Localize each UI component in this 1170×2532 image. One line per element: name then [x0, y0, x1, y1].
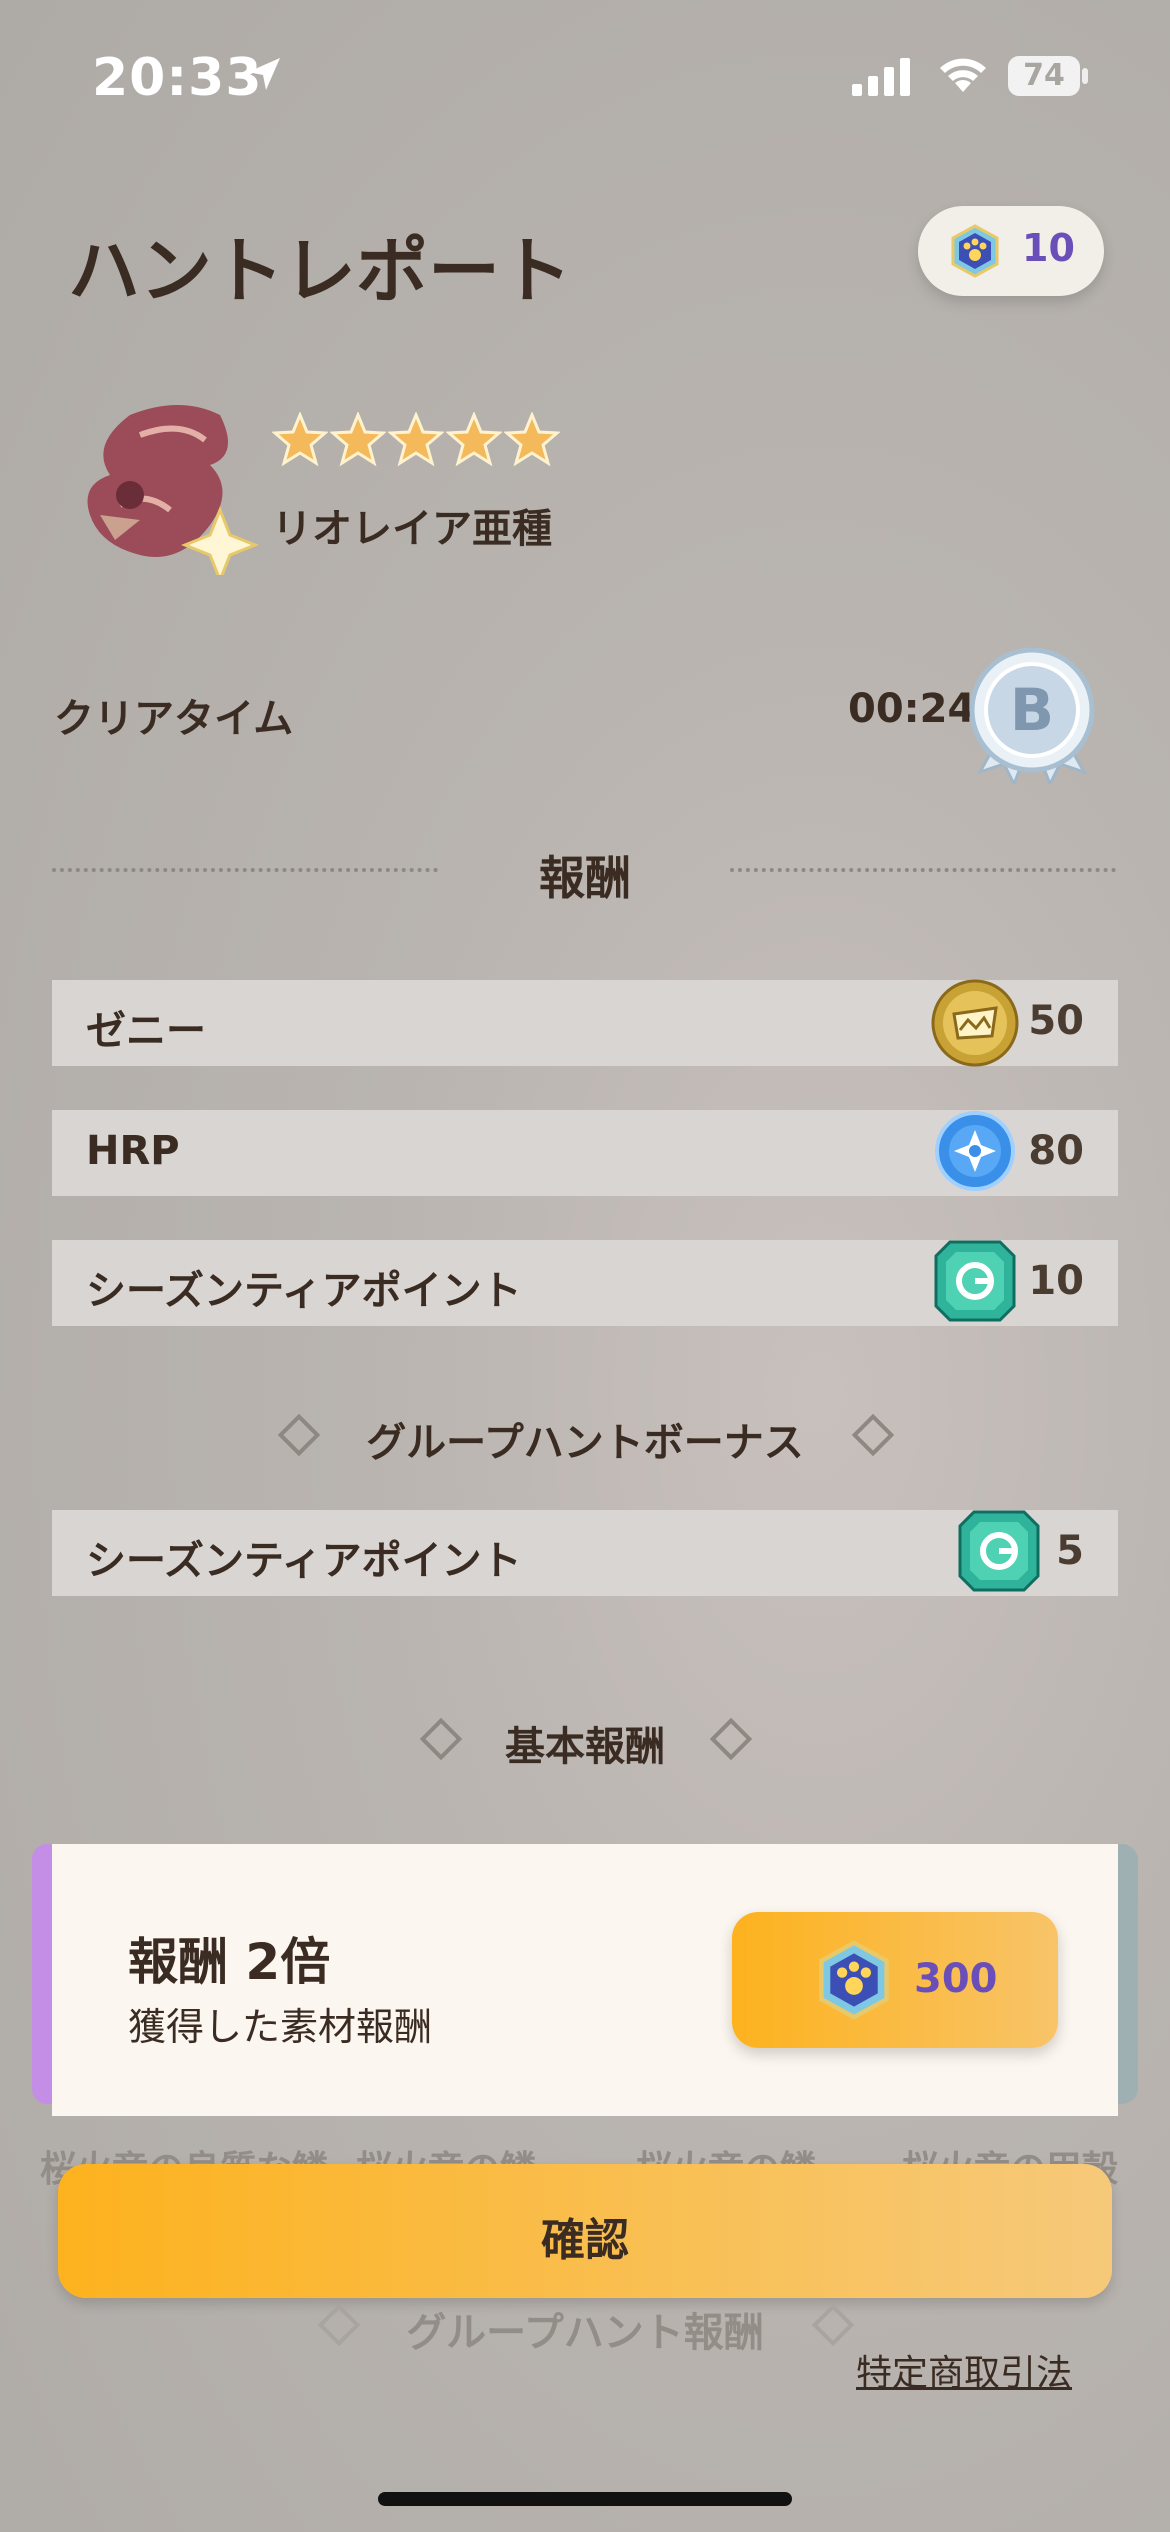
monster-icon [87, 405, 260, 575]
wifi-icon [940, 58, 986, 92]
reward-value: 5 [1056, 1528, 1084, 1574]
rank-letter: B [1010, 676, 1054, 744]
paw-gem-icon [819, 1940, 889, 2020]
diamond-ornament-icon [709, 1717, 753, 1761]
star-icon [388, 412, 444, 467]
double-reward-subtitle: 獲得した素材報酬 [128, 2005, 433, 2049]
season-tier-gem-icon [934, 1240, 1016, 1322]
divider-right [730, 868, 1116, 872]
reward-label: HRP [86, 1128, 180, 1174]
reward-label: シーズンティアポイント [86, 1268, 522, 1314]
diamond-ornament-icon [811, 2303, 855, 2347]
diamond-ornament-icon [851, 1413, 895, 1457]
reward-label: ゼニー [86, 1008, 206, 1054]
zenny-coin-icon [931, 979, 1019, 1067]
reward-label: シーズンティアポイント [86, 1538, 522, 1584]
clear-time-label: クリアタイム [54, 696, 294, 742]
group-reward-title: グループハント報酬 [406, 2310, 764, 2356]
star-rating [272, 412, 560, 468]
rewards-title: 報酬 [539, 851, 631, 905]
currency-pill[interactable]: 10 [918, 206, 1104, 296]
double-reward-purchase-button[interactable]: 300 [732, 1912, 1058, 2048]
home-indicator[interactable] [378, 2492, 792, 2506]
hrp-orb-icon [935, 1111, 1015, 1191]
page-title: ハントレポート [68, 229, 573, 313]
legal-notice-link[interactable]: 特定商取引法 [856, 2344, 1072, 2396]
diamond-ornament-icon [317, 2303, 361, 2347]
reward-value: 10 [1028, 1258, 1084, 1304]
divider-left [52, 868, 438, 872]
confirm-button[interactable]: 確認 [58, 2164, 1112, 2298]
rank-badge-icon: B [969, 647, 1095, 784]
star-icon [446, 412, 502, 467]
star-icon [504, 412, 560, 467]
star-icon [272, 412, 328, 467]
location-arrow-icon [248, 58, 280, 90]
reward-row-group-season-tier: シーズンティアポイント 5 [52, 1510, 1118, 1596]
reward-value: 80 [1028, 1128, 1084, 1174]
season-tier-gem-icon [958, 1510, 1040, 1592]
reward-row-hrp: HRP 80 [52, 1110, 1118, 1196]
group-bonus-title: グループハントボーナス [366, 1420, 804, 1466]
cellular-signal-icon [852, 58, 910, 96]
base-rewards-title: 基本報酬 [505, 1724, 665, 1770]
star-icon [330, 412, 386, 467]
reward-row-season-tier: シーズンティアポイント 10 [52, 1240, 1118, 1326]
diamond-ornament-icon [419, 1717, 463, 1761]
double-reward-price: 300 [914, 1956, 998, 2002]
diamond-ornament-icon [277, 1413, 321, 1457]
battery-level: 74 [1023, 58, 1065, 93]
status-time: 20:33 [92, 48, 263, 108]
double-reward-title: 報酬 2倍 [128, 1933, 331, 1991]
confirm-button-label: 確認 [541, 2215, 629, 2266]
currency-amount: 10 [1022, 226, 1075, 270]
reward-value: 50 [1028, 998, 1084, 1044]
monster-name: リオレイア亜種 [272, 506, 552, 552]
paw-gem-icon [951, 224, 999, 278]
battery-nub [1082, 68, 1088, 84]
clear-time-value: 00:24 [848, 686, 976, 732]
reward-row-zenny: ゼニー 50 [52, 979, 1118, 1067]
battery-icon: 74 [1008, 56, 1080, 96]
